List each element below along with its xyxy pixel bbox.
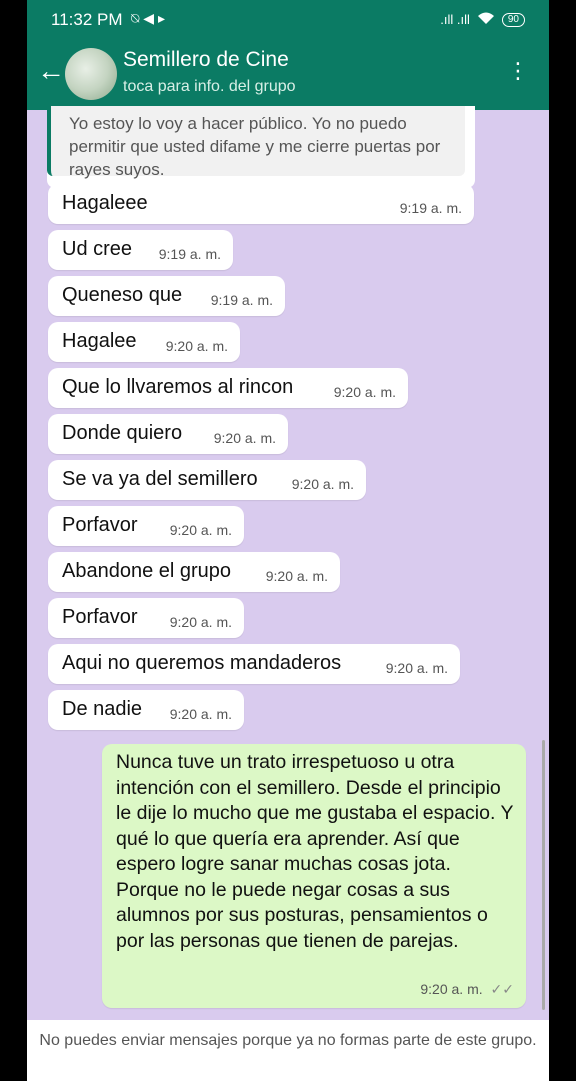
message-text: Hagaleee [62, 192, 148, 214]
more-options-icon[interactable]: ⋮ [507, 60, 529, 82]
back-arrow-icon[interactable]: ← [37, 56, 65, 86]
message-time: 9:19 a. m. [210, 292, 273, 308]
message-text: Que lo llvaremos al rincon [62, 376, 294, 398]
message-bubble[interactable]: Porfavor 9:20 a. m. [48, 506, 244, 546]
message-bubble[interactable]: Aqui no queremos mandaderos 9:20 a. m. [48, 644, 460, 684]
group-left-notice: No puedes enviar mensajes porque ya no f… [27, 1020, 549, 1081]
message-bubble[interactable]: De nadie 9:20 a. m. [48, 690, 244, 730]
outgoing-message-text: Nunca tuve un trato irrespetuoso u otra … [116, 751, 514, 952]
message-bubble[interactable]: Queneso que 9:19 a. m. [48, 276, 285, 316]
outgoing-message-time: 9:20 a. m. ✓✓ [420, 981, 514, 998]
quoted-message-bubble[interactable]: Yo estoy lo voy a hacer público. Yo no p… [47, 106, 475, 188]
message-bubble[interactable]: Hagalee 9:20 a. m. [48, 322, 240, 362]
wifi-icon [476, 11, 496, 28]
read-receipt-icon: ✓✓ [490, 981, 514, 997]
message-time: 9:20 a. m. [169, 522, 232, 538]
message-time: 9:20 a. m. [165, 338, 228, 354]
quoted-message-text[interactable]: Yo estoy lo voy a hacer público. Yo no p… [47, 106, 465, 179]
signal-icon: .ıll .ıll [440, 12, 470, 27]
scrollbar[interactable] [542, 740, 545, 1010]
phone-screen: 11:32 PM ⍉ ◀ ▸ .ıll .ıll 90 ← Semillero … [27, 0, 549, 1081]
chat-header[interactable]: ← Semillero de Cine toca para info. del … [27, 40, 549, 110]
group-subtitle[interactable]: toca para info. del grupo [123, 78, 296, 96]
message-bubble[interactable]: Se va ya del semillero 9:20 a. m. [48, 460, 366, 500]
status-right: .ıll .ıll 90 [440, 11, 525, 28]
message-text: Porfavor [62, 606, 138, 628]
group-title[interactable]: Semillero de Cine [123, 48, 289, 72]
notification-icons: ⍉ ◀ ▸ [131, 10, 165, 26]
message-time: 9:20 a. m. [265, 568, 328, 584]
message-text: De nadie [62, 698, 143, 720]
message-list[interactable]: Yo estoy lo voy a hacer público. Yo no p… [27, 106, 549, 1020]
message-bubble[interactable]: Ud cree 9:19 a. m. [48, 230, 233, 270]
message-time: 9:20 a. m. [333, 384, 396, 400]
message-bubble[interactable]: Que lo llvaremos al rincon 9:20 a. m. [48, 368, 408, 408]
battery-icon: 90 [501, 12, 525, 27]
message-text: Ud cree [62, 238, 133, 260]
message-text: Queneso que [62, 284, 183, 306]
outgoing-message-bubble[interactable]: Nunca tuve un trato irrespetuoso u otra … [102, 744, 526, 1008]
message-time: 9:20 a. m. [169, 706, 232, 722]
message-bubble[interactable]: Donde quiero 9:20 a. m. [48, 414, 288, 454]
message-text: Porfavor [62, 514, 138, 536]
message-text: Hagalee [62, 330, 137, 352]
message-time: 9:20 a. m. [213, 430, 276, 446]
message-text: Donde quiero [62, 422, 183, 444]
status-time: 11:32 PM [51, 10, 123, 29]
message-bubble[interactable]: Abandone el grupo 9:20 a. m. [48, 552, 340, 592]
status-bar: 11:32 PM ⍉ ◀ ▸ .ıll .ıll 90 [27, 0, 549, 40]
message-text: Se va ya del semillero [62, 468, 258, 490]
message-bubble[interactable]: Porfavor 9:20 a. m. [48, 598, 244, 638]
group-avatar[interactable] [65, 48, 117, 100]
message-bubble[interactable]: Hagaleee 9:19 a. m. [48, 184, 474, 224]
outgoing-time-text: 9:20 a. m. [420, 981, 483, 997]
message-time: 9:20 a. m. [169, 614, 232, 630]
message-text: Abandone el grupo [62, 560, 232, 582]
message-time: 9:19 a. m. [158, 246, 221, 262]
message-time: 9:20 a. m. [291, 476, 354, 492]
message-text: Aqui no queremos mandaderos [62, 652, 342, 674]
message-time: 9:19 a. m. [399, 200, 462, 216]
message-time: 9:20 a. m. [385, 660, 448, 676]
